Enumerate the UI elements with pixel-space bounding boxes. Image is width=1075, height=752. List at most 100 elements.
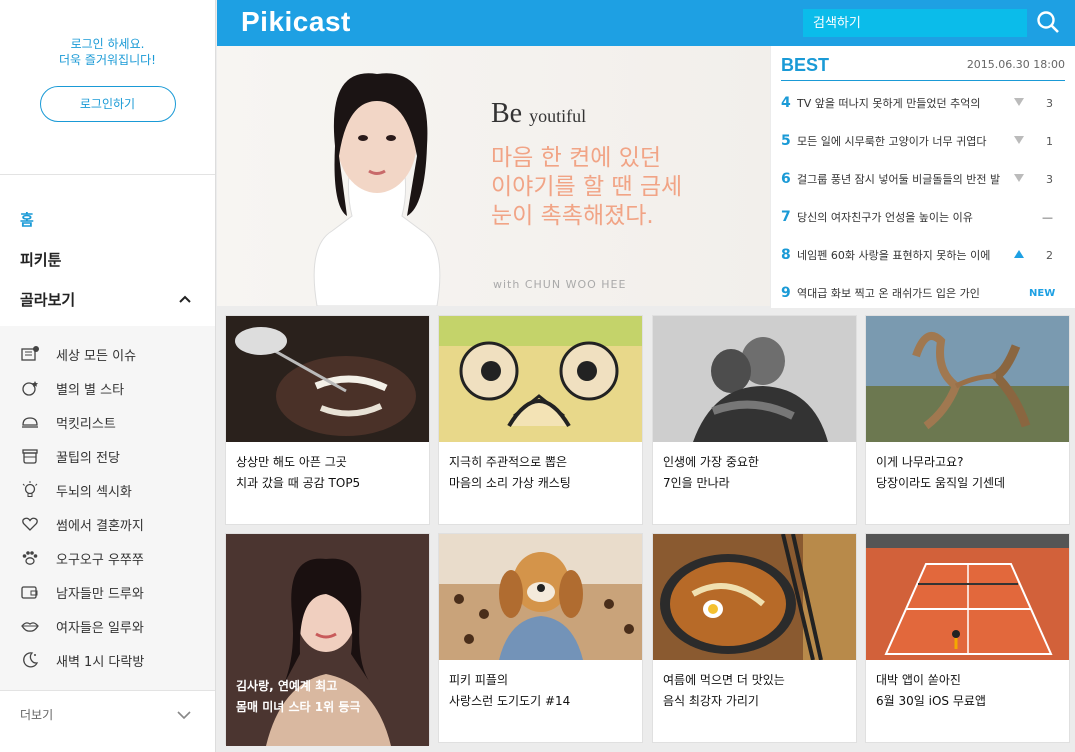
heart-icon <box>22 517 38 531</box>
category-label: 꿀팁의 전당 <box>56 450 120 466</box>
card-caption-line-1: 인생에 가장 중요한 <box>663 455 759 469</box>
content-card[interactable]: 대박 앱이 쏟아진 6월 30일 iOS 무료앱 <box>865 533 1070 743</box>
card-caption: 여름에 먹으면 더 맛있는음식 최강자 가리기 <box>653 660 856 722</box>
login-button[interactable]: 로그인하기 <box>39 86 176 122</box>
card-thumbnail <box>439 316 642 442</box>
best-list-item[interactable]: 4 TV 앞을 떠나지 못하게 만들었던 추억의 3 <box>781 84 1065 122</box>
star-icon <box>22 381 38 396</box>
tennis-court-image <box>866 534 1069 660</box>
card-caption: 피키 피플의 사랑스런 도기도기 #14 <box>439 660 642 722</box>
trend-down-icon <box>1014 135 1024 144</box>
dog-photo <box>439 534 642 660</box>
content-card[interactable]: 여름에 먹으면 더 맛있는음식 최강자 가리기 <box>652 533 857 743</box>
card-caption: 김사랑, 연예계 최고 몸매 미녀 스타 1위 등극 <box>226 666 429 728</box>
category-item-pets[interactable]: 오구오구 우쭈쭈 <box>0 541 215 575</box>
card-thumbnail <box>653 316 856 442</box>
card-caption-line-2: 6월 30일 iOS 무료앱 <box>876 694 986 708</box>
best-list: 4 TV 앞을 떠나지 못하게 만들었던 추억의 3 5 모든 일에 시무룩한 고양이가… <box>781 84 1065 312</box>
category-label: 먹킷리스트 <box>56 416 116 432</box>
content-card[interactable]: 지극히 주관적으로 뽑은 마음의 소리 가상 캐스팅 <box>438 315 643 525</box>
category-item-women[interactable]: 여자들은 일루와 <box>0 609 215 643</box>
best-list-item[interactable]: 5 모든 일에 시무룩한 고양이가 너무 귀엽다 1 <box>781 122 1065 160</box>
category-item-love[interactable]: 썸에서 결혼까지 <box>0 507 215 541</box>
content-card[interactable]: 상상만 해도 아픈 그곳 치과 갔을 때 공감 TOP5 <box>225 315 430 525</box>
cold-noodle-photo <box>653 534 856 660</box>
paw-icon <box>22 551 38 565</box>
best-item-title: 당신의 여자친구가 언성을 높이는 이유 <box>797 211 973 224</box>
hero-be: Be <box>491 98 523 129</box>
category-label: 새벽 1시 다락방 <box>56 654 145 670</box>
nav-item-home[interactable]: 홈 <box>20 199 215 239</box>
trend-indicator <box>1009 97 1029 109</box>
more-toggle[interactable]: 더보기 <box>0 690 215 738</box>
category-item-brain[interactable]: 두뇌의 섹시화 <box>0 473 215 507</box>
login-message-line-1: 로그인 하세요. <box>70 37 145 51</box>
content-card[interactable]: 피키 피플의 사랑스런 도기도기 #14 <box>438 533 643 743</box>
lips-icon <box>21 622 39 632</box>
nav-item-browse[interactable]: 골라보기 <box>20 279 215 319</box>
card-caption: 상상만 해도 아픈 그곳 치과 갔을 때 공감 TOP5 <box>226 442 429 504</box>
category-label: 두뇌의 섹시화 <box>56 484 132 500</box>
card-caption-line-1: 여름에 먹으면 더 맛있는 <box>663 673 785 687</box>
lightbulb-icon <box>22 481 38 497</box>
hero-banner[interactable]: Be youtiful 마음 한 켠에 있던 이야기를 할 땐 금세 눈이 촉촉… <box>217 46 770 306</box>
category-label: 남자들만 드루와 <box>56 586 144 602</box>
honey-pot-icon <box>22 449 38 464</box>
nav-item-pikitoon[interactable]: 피키툰 <box>20 239 215 279</box>
card-thumbnail <box>439 534 642 660</box>
best-rank: 6 <box>781 171 791 187</box>
hero-credit: with CHUN WOO HEE <box>493 278 627 291</box>
search-input[interactable] <box>803 9 1027 37</box>
login-box: 로그인 하세요. 더욱 즐거워집니다! 로그인하기 <box>0 0 215 175</box>
best-item-title: 모든 일에 시무룩한 고양이가 너무 귀엽다 <box>797 135 987 148</box>
hug-photo <box>653 316 856 442</box>
more-label: 더보기 <box>20 708 54 722</box>
trend-indicator <box>1009 249 1029 261</box>
trend-down-icon <box>1014 97 1024 106</box>
best-divider <box>781 80 1065 81</box>
content-card[interactable]: 인생에 가장 중요한 7인을 만나라 <box>652 315 857 525</box>
hero-portrait <box>313 73 441 306</box>
trend-indicator <box>1009 173 1029 185</box>
best-change: 2 <box>1046 248 1053 262</box>
best-list-item[interactable]: 7 당신의 여자친구가 언성을 높이는 이유 — <box>781 198 1065 236</box>
best-change: — <box>1042 210 1053 224</box>
top-header: Pikicast <box>217 0 1075 46</box>
hero-headline: 마음 한 켠에 있던 이야기를 할 땐 금세 눈이 촉촉해졌다. <box>491 145 683 229</box>
card-caption: 대박 앱이 쏟아진 6월 30일 iOS 무료앱 <box>866 660 1069 722</box>
category-item-men[interactable]: 남자들만 드루와 <box>0 575 215 609</box>
card-caption: 지극히 주관적으로 뽑은 마음의 소리 가상 캐스팅 <box>439 442 642 504</box>
sidebar: 로그인 하세요. 더욱 즐거워집니다! 로그인하기 홈 피키툰 골라보기 세상 … <box>0 0 216 752</box>
category-item-tips[interactable]: 꿀팁의 전당 <box>0 439 215 473</box>
news-icon <box>21 346 39 361</box>
content-card[interactable]: 이게 나무라고요? 당장이라도 움직일 기센데 <box>865 315 1070 525</box>
cartoon-image <box>439 316 642 442</box>
best-list-item[interactable]: 8 네임펜 60화 사랑을 표현하지 못하는 이에 2 <box>781 236 1065 274</box>
best-list-item[interactable]: 9 역대급 화보 찍고 온 래쉬가드 입은 가인 NEW <box>781 274 1065 312</box>
best-list-item[interactable]: 6 걸그룹 풍년 잠시 넣어둘 비글돌들의 반전 발 3 <box>781 160 1065 198</box>
category-item-food[interactable]: 먹킷리스트 <box>0 405 215 439</box>
trend-indicator <box>1009 135 1029 147</box>
category-item-star[interactable]: 별의 별 스타 <box>0 371 215 405</box>
card-caption-line-2: 음식 최강자 가리기 <box>663 694 759 708</box>
content-card[interactable]: 김사랑, 연예계 최고 몸매 미녀 스타 1위 등극 <box>225 533 430 746</box>
search-icon[interactable] <box>1035 9 1061 35</box>
card-caption-line-2: 마음의 소리 가상 캐스팅 <box>449 476 571 490</box>
nav-item-label: 홈 <box>20 210 34 229</box>
card-caption-line-2: 당장이라도 움직일 기센데 <box>876 476 1006 490</box>
best-date: 2015.06.30 18:00 <box>966 58 1065 71</box>
category-item-issues[interactable]: 세상 모든 이슈 <box>0 337 215 371</box>
chevron-up-icon[interactable] <box>179 292 191 306</box>
card-thumbnail <box>226 316 429 442</box>
best-rank: 8 <box>781 247 791 263</box>
driftwood-sculpture-photo <box>866 316 1069 442</box>
category-item-night[interactable]: 새벽 1시 다락방 <box>0 643 215 677</box>
trend-down-icon <box>1014 173 1024 182</box>
card-thumbnail <box>866 316 1069 442</box>
card-caption-line-2: 치과 갔을 때 공감 TOP5 <box>236 476 361 490</box>
best-change: 1 <box>1046 134 1053 148</box>
best-rank: 7 <box>781 209 791 225</box>
category-list: 세상 모든 이슈 별의 별 스타 먹킷리스트 꿀팁의 전당 두뇌의 섹시화 썸에… <box>0 326 215 690</box>
logo[interactable]: Pikicast <box>241 6 351 38</box>
category-label: 세상 모든 이슈 <box>56 348 137 364</box>
